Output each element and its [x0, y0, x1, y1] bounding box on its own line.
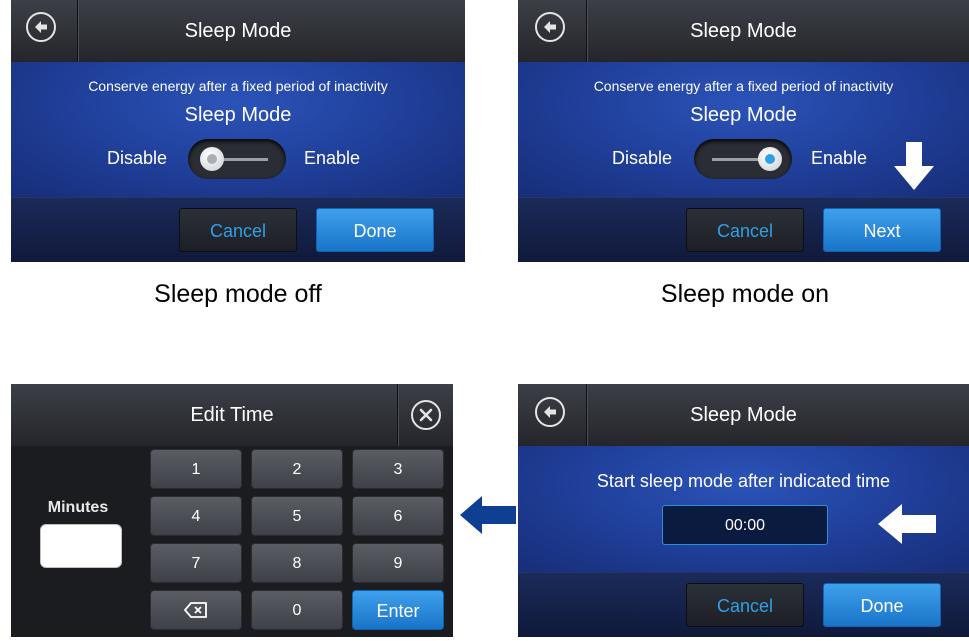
key-8[interactable]: 8	[251, 543, 343, 583]
page-title: Sleep Mode	[690, 20, 797, 42]
key-0[interactable]: 0	[251, 590, 343, 630]
field-label: Minutes	[47, 499, 109, 516]
content-area: Conserve energy after a fixed period of …	[11, 62, 465, 197]
setting-label: Sleep Mode	[690, 104, 797, 126]
toggle-knob	[200, 147, 224, 171]
description-text: Conserve energy after a fixed period of …	[88, 78, 388, 94]
footer-bar: Cancel Next	[518, 197, 969, 262]
cancel-button[interactable]: Cancel	[686, 583, 804, 627]
keypad-title: Edit Time	[190, 404, 274, 426]
sleep-mode-toggle[interactable]	[694, 139, 792, 179]
key-1[interactable]: 1	[150, 449, 242, 489]
footer-bar: Cancel Done	[11, 197, 465, 262]
header-bar: Edit Time	[11, 384, 453, 446]
key-6[interactable]: 6	[352, 496, 444, 536]
content-area: Conserve energy after a fixed period of …	[518, 62, 969, 197]
backspace-icon	[183, 602, 207, 618]
footer-bar: Cancel Done	[518, 572, 969, 637]
key-5[interactable]: 5	[251, 496, 343, 536]
sleep-mode-toggle[interactable]	[188, 139, 286, 179]
done-button[interactable]: Done	[316, 208, 434, 252]
sleep-time-panel: Sleep Mode Start sleep mode after indica…	[518, 384, 969, 637]
close-icon	[419, 408, 433, 422]
backspace-key[interactable]	[150, 590, 242, 630]
header-bar: Sleep Mode	[518, 0, 969, 62]
enter-button[interactable]: Enter	[352, 590, 444, 630]
enable-label: Enable	[811, 148, 868, 168]
enable-label: Enable	[304, 148, 361, 168]
sleep-mode-off-panel: Sleep Mode Conserve energy after a fixed…	[11, 0, 465, 262]
down-arrow-icon	[894, 142, 934, 190]
time-input[interactable]: 00:00	[662, 505, 828, 545]
minutes-input[interactable]	[40, 524, 122, 568]
left-arrow-icon	[878, 504, 936, 544]
caption-sleep-mode-on: Sleep mode on	[660, 280, 830, 308]
sleep-mode-on-panel: Sleep Mode Conserve energy after a fixed…	[518, 0, 969, 262]
caption-sleep-mode-off: Sleep mode off	[154, 280, 322, 308]
description-text: Conserve energy after a fixed period of …	[593, 78, 894, 94]
toggle-knob	[758, 147, 782, 171]
key-9[interactable]: 9	[352, 543, 444, 583]
disable-label: Disable	[107, 148, 168, 168]
setting-label: Sleep Mode	[184, 104, 292, 126]
key-7[interactable]: 7	[150, 543, 242, 583]
cancel-button[interactable]: Cancel	[179, 208, 297, 252]
left-arrow-icon	[460, 496, 516, 534]
disable-label: Disable	[612, 148, 673, 168]
edit-time-keypad-panel: Edit Time Minutes 1 2 3 4 5 6 7 8 9 0 En…	[11, 384, 453, 637]
next-button[interactable]: Next	[823, 208, 941, 252]
header-bar: Sleep Mode	[518, 384, 969, 446]
content-area: Start sleep mode after indicated time 00…	[518, 446, 969, 572]
page-title: Sleep Mode	[690, 404, 797, 426]
header-bar: Sleep Mode	[11, 0, 465, 62]
key-3[interactable]: 3	[352, 449, 444, 489]
page-title: Sleep Mode	[184, 20, 292, 42]
done-button[interactable]: Done	[823, 583, 941, 627]
close-button[interactable]	[411, 400, 441, 430]
key-2[interactable]: 2	[251, 449, 343, 489]
key-4[interactable]: 4	[150, 496, 242, 536]
cancel-button[interactable]: Cancel	[686, 208, 804, 252]
prompt-text: Start sleep mode after indicated time	[596, 471, 891, 491]
